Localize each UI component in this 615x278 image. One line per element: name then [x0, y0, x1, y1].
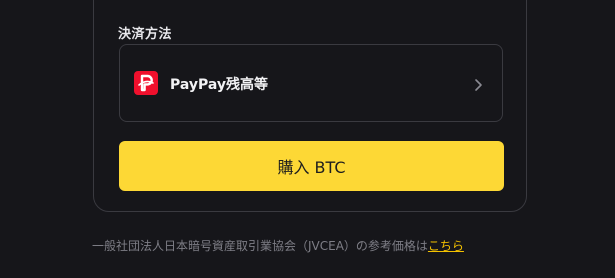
payment-method-selector[interactable]: PayPay残高等 — [119, 44, 503, 122]
reference-price-link[interactable]: こちら — [428, 239, 464, 253]
paypay-logo-icon — [134, 71, 158, 95]
buy-btc-button[interactable]: 購入 BTC — [119, 141, 504, 191]
payment-method-label: 決済方法 — [118, 27, 173, 42]
payment-method-name: PayPay残高等 — [170, 77, 269, 93]
chevron-right-icon — [472, 77, 484, 91]
reference-price-text: 一般社団法人日本暗号資産取引業協会（JVCEA）の参考価格は — [92, 239, 428, 253]
reference-price-note: 一般社団法人日本暗号資産取引業協会（JVCEA）の参考価格はこちら — [92, 237, 464, 254]
